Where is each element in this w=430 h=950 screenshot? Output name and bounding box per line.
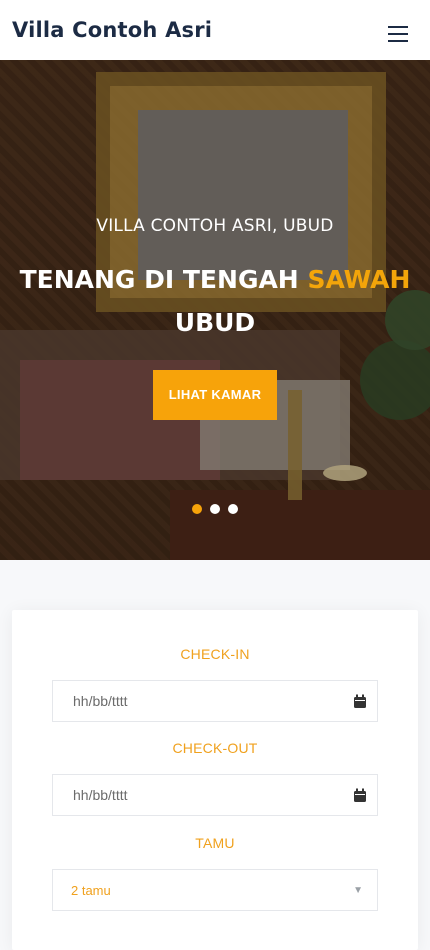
checkout-date-input[interactable]: hh/bb/tttt: [52, 774, 378, 816]
brand-logo[interactable]: Villa Contoh Asri: [12, 18, 212, 42]
hero-kicker: VILLA CONTOH ASRI, UBUD: [96, 216, 334, 236]
checkin-placeholder: hh/bb/tttt: [73, 693, 128, 709]
guests-select[interactable]: 2 tamu ▼: [52, 869, 378, 911]
chevron-down-icon: ▼: [353, 884, 363, 896]
hamburger-line: [388, 33, 408, 35]
view-rooms-button[interactable]: LIHAT KAMAR: [153, 370, 277, 420]
guests-selected-value: 2 tamu: [71, 882, 111, 898]
booking-form: CHECK-IN hh/bb/tttt CHECK-OUT hh/bb/tttt…: [12, 610, 418, 950]
checkout-placeholder: hh/bb/tttt: [73, 787, 128, 803]
calendar-icon[interactable]: [353, 694, 367, 709]
navbar: Villa Contoh Asri: [0, 0, 430, 60]
guests-label: TAMU: [195, 835, 235, 851]
hamburger-menu-icon[interactable]: [388, 26, 408, 42]
checkout-label: CHECK-OUT: [172, 740, 258, 756]
hero-title-end: UBUD: [174, 308, 256, 337]
slider-dots: [0, 504, 430, 514]
hero-title: TENANG DI TENGAH SAWAH UBUD: [0, 258, 430, 344]
hamburger-line: [388, 40, 408, 42]
calendar-icon[interactable]: [353, 788, 367, 803]
hero-content: VILLA CONTOH ASRI, UBUD TENANG DI TENGAH…: [0, 216, 430, 420]
checkin-date-input[interactable]: hh/bb/tttt: [52, 680, 378, 722]
hamburger-line: [388, 26, 408, 28]
hero-title-accent: SAWAH: [307, 265, 411, 294]
hero-title-main: TENANG DI TENGAH: [19, 265, 308, 294]
slider-dot-1[interactable]: [192, 504, 202, 514]
slider-dot-3[interactable]: [228, 504, 238, 514]
hero-slider: VILLA CONTOH ASRI, UBUD TENANG DI TENGAH…: [0, 60, 430, 560]
slider-dot-2[interactable]: [210, 504, 220, 514]
checkin-label: CHECK-IN: [180, 646, 250, 662]
